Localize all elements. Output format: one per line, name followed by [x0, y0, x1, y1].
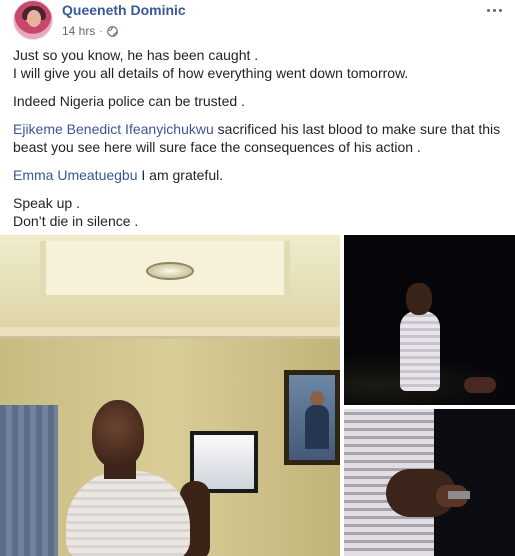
portrait-canvas: [289, 375, 335, 460]
photo-closeup-handcuff: [448, 491, 470, 499]
post-line: Emma Umeatuegbu I am grateful.: [13, 166, 508, 184]
portrait-uniform: [305, 405, 329, 449]
post-line: Indeed Nigeria police can be trusted .: [13, 93, 245, 109]
post-line: Don’t die in silence .: [13, 213, 139, 229]
author-avatar[interactable]: [13, 0, 53, 40]
post-paragraph: Ejikeme Benedict Ifeanyichukwu sacrifice…: [13, 120, 508, 156]
photo-night-person-head: [406, 283, 432, 315]
post-meta: 14 hrs ·: [62, 24, 118, 38]
photo-night-hand: [464, 377, 496, 393]
post-photo-night-bottom[interactable]: [344, 409, 515, 556]
post-photo-night-top[interactable]: [344, 235, 515, 405]
post-paragraph: Just so you know, he has been caught . I…: [13, 46, 508, 82]
avatar-face: [27, 10, 41, 27]
meta-separator: ·: [99, 25, 103, 37]
photo-ceiling: [0, 235, 340, 331]
photo-ceiling-lamp: [146, 262, 194, 280]
post-paragraph: Emma Umeatuegbu I am grateful.: [13, 166, 508, 184]
photo-curtain: [0, 405, 58, 556]
photo-man-head: [92, 400, 144, 468]
more-dot: [492, 8, 496, 12]
globe-icon[interactable]: [106, 25, 118, 37]
post-line: I will give you all details of how every…: [13, 65, 409, 81]
post-timestamp-link[interactable]: 14 hrs: [62, 24, 95, 38]
post-paragraph: Speak up . Don’t die in silence .: [13, 194, 508, 230]
post-text: Just so you know, he has been caught . I…: [13, 46, 508, 240]
mention-link-ejikeme[interactable]: Ejikeme Benedict Ifeanyichukwu: [13, 121, 214, 137]
more-options-icon[interactable]: [482, 2, 506, 18]
post-header: Queeneth Dominic 14 hrs ·: [0, 0, 515, 44]
more-dot: [498, 8, 502, 12]
more-dot: [486, 8, 490, 12]
tv-screen: [194, 435, 254, 489]
post-line: Ejikeme Benedict Ifeanyichukwu sacrifice…: [13, 120, 508, 138]
photo-night-person-shirt: [400, 311, 440, 391]
post-line: Speak up .: [13, 195, 80, 211]
post-line: Just so you know, he has been caught .: [13, 47, 259, 63]
post-paragraph: Indeed Nigeria police can be trusted .: [13, 92, 508, 110]
post-text-span: sacrificed his last blood to make sure t…: [213, 121, 501, 137]
photo-cornice: [0, 327, 340, 339]
photo-wall-portrait: [284, 370, 340, 465]
post-photo-main[interactable]: [0, 235, 340, 556]
post-line: beast you see here will sure face the co…: [13, 139, 421, 155]
author-name-link[interactable]: Queeneth Dominic: [62, 2, 186, 18]
post-text-span: I am grateful.: [137, 167, 224, 183]
mention-link-emma[interactable]: Emma Umeatuegbu: [13, 167, 138, 183]
